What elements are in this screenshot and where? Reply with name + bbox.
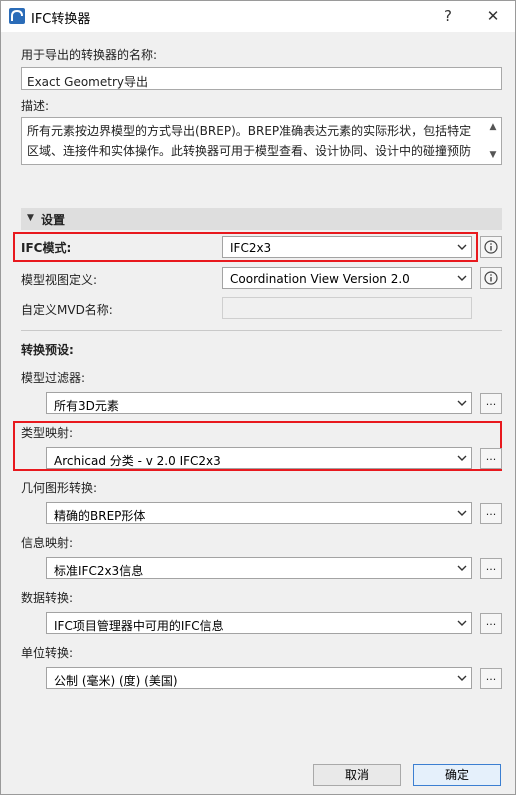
preset-more-button[interactable]: ...: [480, 668, 502, 689]
ifc-translator-dialog: IFC转换器 ? ✕ 用于导出的转换器的名称: Exact Geometry导出…: [0, 0, 516, 795]
preset-label: 数据转换:: [21, 591, 74, 605]
preset-select[interactable]: IFC项目管理器中可用的IFC信息: [46, 612, 472, 634]
preset-value: 公制 (毫米) (度) (美国): [54, 674, 178, 688]
preset-more-button[interactable]: ...: [480, 448, 502, 469]
mvd-select[interactable]: Coordination View Version 2.0: [222, 267, 472, 289]
info-icon: [484, 240, 498, 254]
preset-label: 几何图形转换:: [21, 481, 98, 495]
converter-name-value: Exact Geometry导出: [27, 75, 148, 89]
ok-button[interactable]: 确定: [413, 764, 501, 786]
preset-select[interactable]: 标准IFC2x3信息: [46, 557, 472, 579]
preset-value: 标准IFC2x3信息: [54, 564, 144, 578]
description-scrollbar[interactable]: ▲ ▼: [485, 118, 501, 164]
preset-value: Archicad 分类 - v 2.0 IFC2x3: [54, 454, 221, 468]
mvd-value: Coordination View Version 2.0: [230, 272, 410, 286]
ifc-mode-label: IFC模式:: [21, 241, 72, 255]
mvd-info-button[interactable]: [480, 267, 502, 289]
ifc-mode-info-button[interactable]: [480, 236, 502, 258]
chevron-down-icon: [457, 275, 467, 281]
mvd-label: 模型视图定义:: [21, 273, 98, 287]
preset-more-button[interactable]: ...: [480, 393, 502, 414]
custom-mvd-label: 自定义MVD名称:: [21, 303, 113, 317]
preset-select[interactable]: 所有3D元素: [46, 392, 472, 414]
custom-mvd-input[interactable]: [222, 297, 472, 319]
chevron-down-icon: [457, 455, 467, 461]
collapse-triangle-icon[interactable]: ▼: [27, 213, 34, 223]
divider: [21, 330, 502, 331]
preset-label: 信息映射:: [21, 536, 74, 550]
preset-select[interactable]: Archicad 分类 - v 2.0 IFC2x3: [46, 447, 472, 469]
archicad-app-icon: [9, 8, 25, 24]
chevron-down-icon: [457, 244, 467, 250]
converter-name-input[interactable]: Exact Geometry导出: [21, 67, 502, 90]
info-icon: [484, 271, 498, 285]
preset-label: 单位转换:: [21, 646, 74, 660]
preset-select[interactable]: 公制 (毫米) (度) (美国): [46, 667, 472, 689]
chevron-down-icon: [457, 400, 467, 406]
help-button[interactable]: ?: [434, 5, 462, 27]
presets-header: 转换预设:: [21, 343, 74, 357]
window-title: IFC转换器: [31, 12, 91, 27]
preset-select[interactable]: 精确的BREP形体: [46, 502, 472, 524]
chevron-down-icon: [457, 675, 467, 681]
preset-value: 精确的BREP形体: [54, 509, 146, 523]
chevron-down-icon: [457, 510, 467, 516]
settings-header-label: 设置: [41, 213, 66, 227]
chevron-down-icon: [457, 620, 467, 626]
preset-more-button[interactable]: ...: [480, 558, 502, 579]
settings-section-header[interactable]: ▼ 设置: [21, 208, 502, 230]
title-bar: IFC转换器 ? ✕: [1, 1, 515, 32]
ifc-mode-value: IFC2x3: [230, 241, 272, 255]
description-textarea[interactable]: 所有元素按边界模型的方式导出(BREP)。BREP准确表达元素的实际形状，包括特…: [21, 117, 502, 165]
preset-label: 模型过滤器:: [21, 371, 86, 385]
ifc-mode-select[interactable]: IFC2x3: [222, 236, 472, 258]
description-text: 所有元素按边界模型的方式导出(BREP)。BREP准确表达元素的实际形状，包括特…: [27, 124, 472, 158]
preset-more-button[interactable]: ...: [480, 503, 502, 524]
scroll-down-icon[interactable]: ▼: [485, 148, 501, 162]
scroll-up-icon[interactable]: ▲: [485, 120, 501, 134]
converter-name-label: 用于导出的转换器的名称:: [21, 48, 158, 62]
cancel-button[interactable]: 取消: [313, 764, 401, 786]
preset-value: 所有3D元素: [54, 399, 119, 413]
close-button[interactable]: ✕: [479, 5, 507, 27]
preset-value: IFC项目管理器中可用的IFC信息: [54, 619, 224, 633]
chevron-down-icon: [457, 565, 467, 571]
description-label: 描述:: [21, 99, 50, 113]
preset-more-button[interactable]: ...: [480, 613, 502, 634]
preset-label: 类型映射:: [21, 426, 74, 440]
